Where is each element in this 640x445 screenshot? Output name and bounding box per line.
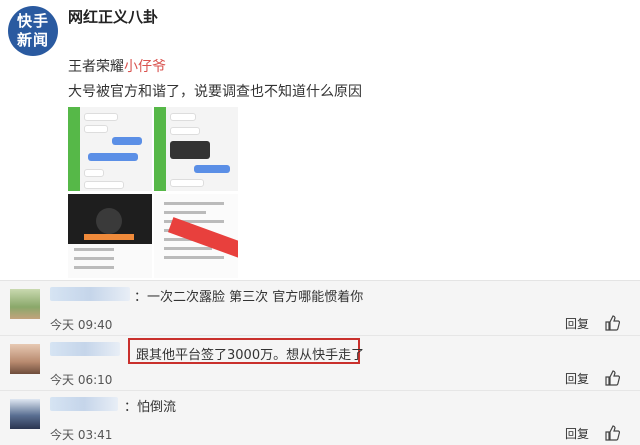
comment-time: 今天 03:41: [50, 428, 113, 442]
avatar-text-line1: 快手: [16, 12, 49, 30]
commenter-name-blurred: [50, 342, 120, 356]
post-image-3[interactable]: [68, 194, 152, 278]
thumbs-up-icon[interactable]: [604, 315, 620, 331]
comment-text: ：怕倒流: [124, 400, 177, 415]
comment-text: 跟其他平台签了3000万。想从快手走了: [136, 348, 365, 363]
comment-list: ：一次二次露脸 第三次 官方哪能惯着你 今天 09:40 回复 跟其他平台签了3…: [0, 280, 640, 445]
commenter-name-blurred: [50, 287, 130, 301]
post-image-1[interactable]: [68, 107, 152, 191]
post-text-line2: 大号被官方和谐了，说要调查也不知道什么原因: [68, 84, 362, 100]
reply-button[interactable]: 回复: [565, 425, 589, 442]
commenter-name-blurred: [50, 397, 118, 411]
post-text-line1: 王者荣耀小仔爷: [68, 56, 166, 76]
reply-button[interactable]: 回复: [565, 315, 589, 332]
comment-item: ：怕倒流 今天 03:41 回复: [0, 391, 640, 445]
comment-time: 今天 09:40: [50, 318, 113, 332]
commenter-avatar[interactable]: [10, 289, 40, 319]
reply-button[interactable]: 回复: [565, 370, 589, 387]
comment-item: 跟其他平台签了3000万。想从快手走了 今天 06:10 回复: [0, 336, 640, 391]
thumbs-up-icon[interactable]: [604, 425, 620, 441]
commenter-avatar[interactable]: [10, 399, 40, 429]
post-image-4[interactable]: [154, 194, 238, 278]
comment-time: 今天 06:10: [50, 373, 113, 387]
commenter-avatar[interactable]: [10, 344, 40, 374]
avatar-text-line2: 新闻: [16, 31, 49, 49]
post-topic: 王者荣耀: [68, 59, 124, 75]
post-image-2[interactable]: [154, 107, 238, 191]
author-avatar[interactable]: 快手 新闻: [8, 6, 58, 56]
comment-text: ：一次二次露脸 第三次 官方哪能惯着你: [134, 290, 364, 305]
comment-item: ：一次二次露脸 第三次 官方哪能惯着你 今天 09:40 回复: [0, 281, 640, 336]
thumbs-up-icon[interactable]: [604, 370, 620, 386]
author-name[interactable]: 网红正义八卦: [68, 6, 158, 27]
mention-link[interactable]: 小仔爷: [124, 59, 166, 75]
